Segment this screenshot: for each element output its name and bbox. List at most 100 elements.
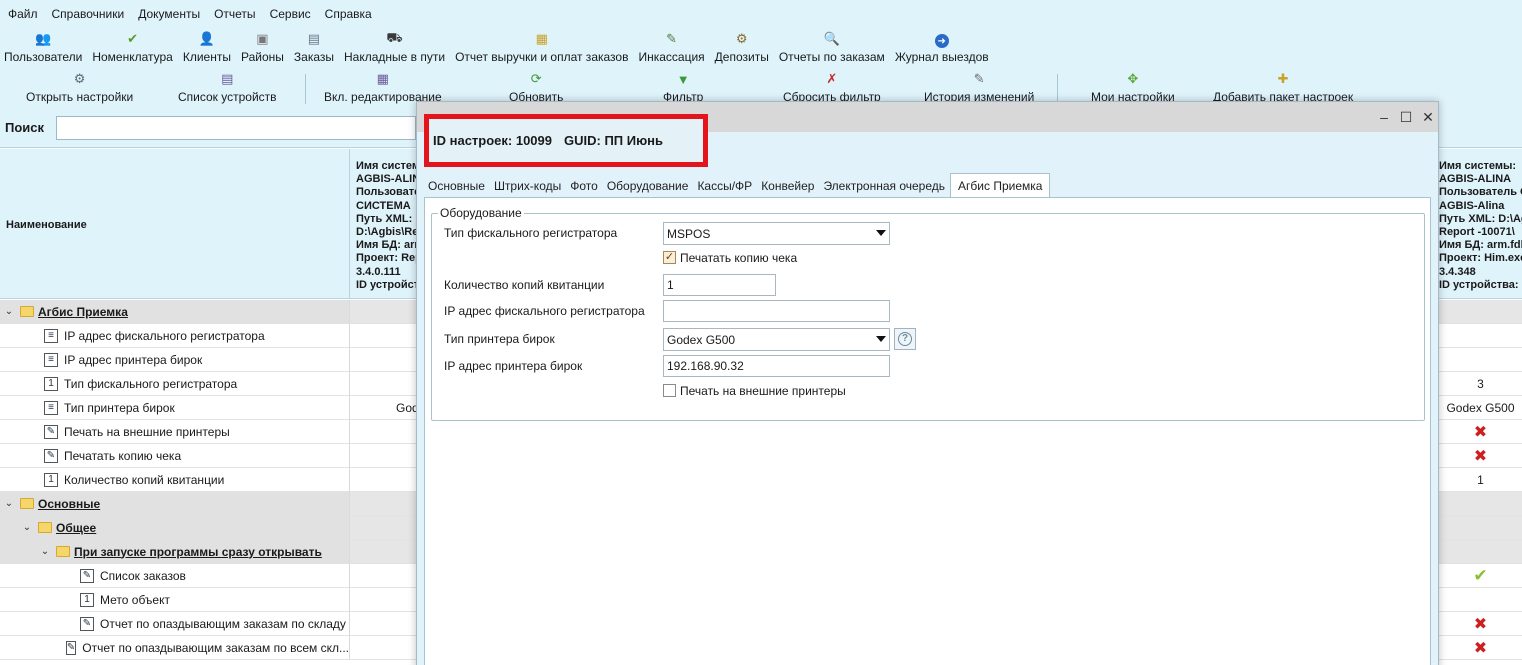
false-x-icon: ✖ <box>1473 639 1488 657</box>
close-icon[interactable]: ✕ <box>1419 108 1437 126</box>
device-header-left-line: Имя БД: arm.fdb <box>356 239 418 252</box>
reset-filter-button[interactable]: ✗ Сбросить фильтр <box>783 70 881 104</box>
setting-label: Отчет по опаздывающим заказам по всем ск… <box>82 640 349 655</box>
order-reports-button[interactable]: 🔍 Отчеты по заказам <box>779 30 885 68</box>
equipment-group-title: Оборудование <box>438 206 524 220</box>
name-cell: 1 Мето объект <box>0 588 349 612</box>
name-cell: ✎ Список заказов <box>0 564 349 588</box>
history-button[interactable]: ✎ История изменений <box>924 70 1034 104</box>
nomenclature-button[interactable]: ✔ Номенклатура <box>92 30 173 68</box>
setting-label: IP адрес принтера бирок <box>64 352 203 367</box>
fr-type-label: Тип фискального регистратора <box>444 226 618 240</box>
name-cell: ✎ Печатать копию чека <box>0 444 349 468</box>
minimize-icon[interactable]: – <box>1375 108 1393 126</box>
number-setting-icon: 1 <box>80 592 94 607</box>
bool-setting-icon: ✎ <box>44 448 58 463</box>
cell-divider <box>349 348 350 372</box>
external-print-checkbox[interactable] <box>663 384 676 397</box>
device-list-button[interactable]: ▤ Список устройств <box>178 70 277 104</box>
revenue-report-button[interactable]: ▦ Отчет выручки и оплат заказов <box>455 30 628 68</box>
help-button[interactable]: ? <box>894 328 916 350</box>
filter-button[interactable]: ▼ Фильтр <box>663 70 703 105</box>
tab-photo[interactable]: Фото <box>566 175 602 197</box>
fr-type-value: MSPOS <box>667 226 711 241</box>
device-header-right-line: Имя системы: <box>1439 160 1517 172</box>
chevron-down-icon[interactable]: ⌄ <box>38 546 52 557</box>
search-input[interactable] <box>56 116 416 140</box>
number-setting-icon: 1 <box>44 472 58 487</box>
cell-divider <box>349 516 350 540</box>
toolbar-divider <box>1057 74 1058 104</box>
menu-file[interactable]: Файл <box>8 7 38 21</box>
orders-button[interactable]: ▤ Заказы <box>294 30 334 68</box>
number-setting-icon: 1 <box>44 376 58 391</box>
trips-journal-button[interactable]: ➜ Журнал выездов <box>895 34 989 68</box>
menu-help[interactable]: Справка <box>325 7 372 21</box>
menu-documents[interactable]: Документы <box>138 7 200 21</box>
my-settings-button[interactable]: ✥ Мои настройки <box>1091 70 1175 104</box>
cell-divider <box>349 588 350 612</box>
deposits-button[interactable]: ⚙ Депозиты <box>715 30 769 68</box>
refresh-button[interactable]: ⟳ Обновить <box>509 70 563 104</box>
open-settings-button[interactable]: ⚙ Открыть настройки <box>26 70 133 104</box>
settings-id-label: ID настроек: 10099 <box>433 133 552 148</box>
tab-barcodes[interactable]: Штрих-коды <box>490 175 565 197</box>
device-header-left-line: D:\Agbis\Rep <box>356 226 418 239</box>
setting-label: Мето объект <box>100 592 170 607</box>
tab-electronic-queue[interactable]: Электронная очередь <box>819 175 949 197</box>
tag-printer-ip-input[interactable]: 192.168.90.32 <box>663 355 890 377</box>
toolbar-divider <box>305 74 306 104</box>
tab-main[interactable]: Основные <box>424 175 489 197</box>
tab-conveyor[interactable]: Конвейер <box>757 175 818 197</box>
device-header-right-line: Проект: Him.exe <box>1439 252 1522 265</box>
name-cell: 1 Количество копий квитанции <box>0 468 349 492</box>
chevron-down-icon[interactable]: ⌄ <box>2 498 16 509</box>
copies-input[interactable]: 1 <box>663 274 776 296</box>
tab-agbis-priemka[interactable]: Агбис Приемка <box>950 173 1051 197</box>
chevron-down-icon[interactable]: ⌄ <box>20 522 34 533</box>
cell-divider <box>349 468 350 492</box>
cell-divider <box>349 420 350 444</box>
waybills-button[interactable]: ⛟ Накладные в пути <box>344 30 445 68</box>
name-column-header[interactable]: Наименование <box>6 219 87 231</box>
cell-divider <box>349 636 350 660</box>
device-header-left-line: Имя системы: <box>356 160 418 172</box>
fr-ip-label: IP адрес фискального регистратора <box>444 304 645 318</box>
cell-divider <box>349 564 350 588</box>
tag-printer-type-label: Тип принтера бирок <box>444 332 555 346</box>
tag-printer-type-select[interactable]: Godex G500 <box>663 328 890 351</box>
edit-mode-button[interactable]: ▦ Вкл. редактирование <box>324 70 442 104</box>
device-header-right-line: Имя БД: arm.fdb <box>1439 239 1522 252</box>
device-header-right-line: AGBIS-ALINA <box>1439 173 1512 186</box>
tab-equipment[interactable]: Оборудование <box>603 175 693 197</box>
chevron-down-icon[interactable]: ⌄ <box>2 306 16 317</box>
menu-directories[interactable]: Справочники <box>52 7 125 21</box>
group-label: При запуске программы сразу открывать <box>74 544 322 559</box>
clients-button[interactable]: 👤 Клиенты <box>183 30 231 68</box>
maximize-icon[interactable]: ☐ <box>1397 108 1415 126</box>
menu-service[interactable]: Сервис <box>270 7 311 21</box>
print-copy-checkbox[interactable]: ✓ <box>663 251 676 264</box>
list-setting-icon: ≡ <box>44 328 58 343</box>
main-toolbar: 👥 Пользователи ✔ Номенклатура 👤 Клиенты ▣ Ра… <box>0 28 1522 68</box>
collection-button[interactable]: ✎ Инкассация <box>638 30 704 68</box>
device-value-right: Godex G500 <box>1446 400 1515 415</box>
order-reports-icon: 🔍 <box>823 31 840 46</box>
equipment-group: Оборудование Тип фискального регистратор… <box>431 206 1425 421</box>
my-settings-icon: ✥ <box>1127 71 1139 86</box>
cell-divider <box>349 540 350 564</box>
add-settings-pack-button[interactable]: ✚ Добавить пакет настроек <box>1213 70 1353 104</box>
fr-ip-input[interactable] <box>663 300 890 322</box>
name-cell: ≡ IP адрес принтера бирок <box>0 348 349 372</box>
device-column-header-right[interactable]: Имя системы:AGBIS-ALINAПользователь ОС:A… <box>1439 160 1522 292</box>
users-button[interactable]: 👥 Пользователи <box>4 30 82 68</box>
menu-reports[interactable]: Отчеты <box>214 7 255 21</box>
device-column-header-left[interactable]: Имя системы:AGBIS-ALINAПользователь ОС:С… <box>356 160 418 292</box>
device-header-left-line: Пользователь ОС: <box>356 186 418 199</box>
name-cell: ⌄ Общее <box>0 515 349 540</box>
column-divider[interactable] <box>349 149 350 299</box>
districts-button[interactable]: ▣ Районы <box>241 30 284 68</box>
tab-cash-fr[interactable]: Кассы/ФР <box>693 175 756 197</box>
device-value-right: 3 <box>1477 376 1484 391</box>
fr-type-select[interactable]: MSPOS <box>663 222 890 245</box>
